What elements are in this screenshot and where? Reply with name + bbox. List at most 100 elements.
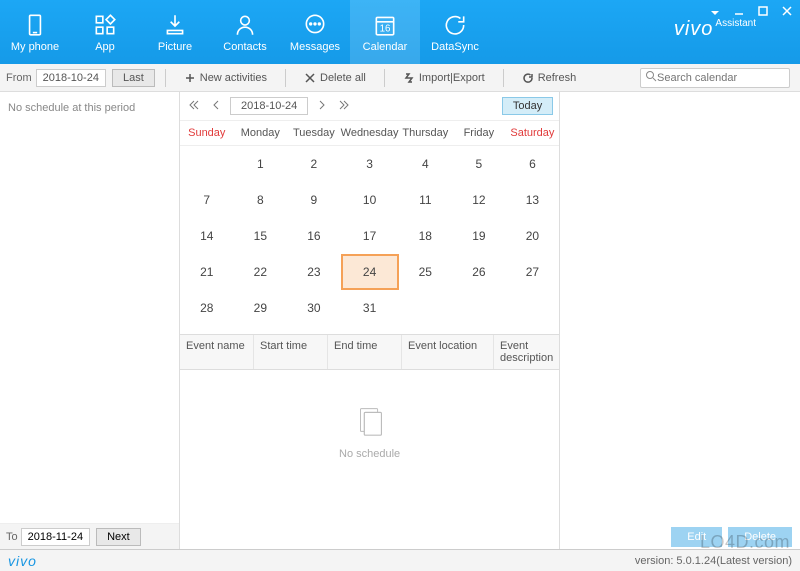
delete-all-button[interactable]: Delete all [296, 70, 374, 86]
calendar-day[interactable]: 13 [506, 182, 560, 218]
calendar-day[interactable]: 19 [452, 218, 506, 254]
day-header: Sunday [180, 121, 234, 146]
calendar-day[interactable]: 25 [399, 254, 453, 290]
calendar-day[interactable]: 8 [234, 182, 288, 218]
nav-messages[interactable]: Messages [280, 0, 350, 64]
calendar-day[interactable]: 18 [399, 218, 453, 254]
next-month-button[interactable] [314, 100, 330, 113]
import-export-button[interactable]: Import|Export [395, 70, 493, 86]
calendar-day[interactable]: 29 [234, 290, 288, 326]
calendar-day[interactable]: 2 [287, 146, 341, 182]
today-button[interactable]: Today [502, 97, 553, 115]
prev-month-button[interactable] [208, 100, 224, 113]
nav-myphone[interactable]: My phone [0, 0, 70, 64]
from-date-input[interactable]: 2018-10-24 [36, 69, 106, 87]
empty-schedule-icon [351, 401, 389, 442]
col-start-time: Start time [254, 335, 328, 369]
to-date-input[interactable]: 2018-11-24 [21, 528, 90, 546]
menu-icon[interactable] [708, 4, 722, 18]
calendar-day[interactable]: 10 [341, 182, 399, 218]
day-header: Saturday [506, 121, 560, 146]
close-icon[interactable] [780, 4, 794, 18]
sync-icon [441, 11, 469, 39]
event-table-header: Event name Start time End time Event loc… [180, 335, 559, 370]
button-label: Delete all [320, 72, 366, 84]
calendar-day[interactable]: 23 [287, 254, 341, 290]
main-area: No schedule at this period To 2018-11-24… [0, 92, 800, 549]
delete-button[interactable]: Delete [728, 527, 792, 547]
phone-icon [21, 11, 49, 39]
button-label: Import|Export [419, 72, 485, 84]
nav-label: My phone [11, 41, 59, 53]
calendar-day[interactable]: 24 [341, 254, 399, 290]
calendar-grid: SundayMondayTuesdayWednesdayThursdayFrid… [180, 120, 559, 326]
calendar-day[interactable]: 20 [506, 218, 560, 254]
day-header: Monday [234, 121, 288, 146]
refresh-button[interactable]: Refresh [514, 70, 585, 86]
nav-app[interactable]: App [70, 0, 140, 64]
nav-calendar[interactable]: 16 Calendar [350, 0, 420, 64]
toolbar: From 2018-10-24 Last New activities Dele… [0, 64, 800, 92]
event-empty-state: No schedule [180, 370, 559, 490]
calendar-day[interactable]: 11 [399, 182, 453, 218]
calendar-day[interactable]: 16 [287, 218, 341, 254]
next-year-button[interactable] [336, 100, 352, 113]
calendar-day[interactable]: 15 [234, 218, 288, 254]
day-header: Friday [452, 121, 506, 146]
maximize-icon[interactable] [756, 4, 770, 18]
col-event-description: Event description [494, 335, 559, 369]
calendar-day[interactable]: 26 [452, 254, 506, 290]
button-label: Refresh [538, 72, 577, 84]
last-button[interactable]: Last [112, 69, 155, 87]
calendar-day[interactable]: 27 [506, 254, 560, 290]
calendar-cell-empty [506, 290, 560, 326]
titlebar: My phone App Picture Contacts Messages 1… [0, 0, 800, 64]
calendar-day[interactable]: 9 [287, 182, 341, 218]
current-month-display[interactable]: 2018-10-24 [230, 97, 308, 115]
prev-year-button[interactable] [186, 100, 202, 113]
new-activities-button[interactable]: New activities [176, 70, 275, 86]
search-input[interactable] [657, 72, 777, 84]
nav-label: DataSync [431, 41, 479, 53]
calendar-day[interactable]: 31 [341, 290, 399, 326]
nav-label: App [95, 41, 115, 53]
calendar-day[interactable]: 12 [452, 182, 506, 218]
to-label: To [4, 531, 18, 543]
calendar-cell-empty [399, 290, 453, 326]
version-label: version: 5.0.1.24(Latest version) [635, 555, 792, 567]
calendar-day[interactable]: 21 [180, 254, 234, 290]
from-label: From [4, 72, 34, 84]
calendar-day[interactable]: 7 [180, 182, 234, 218]
next-button[interactable]: Next [96, 528, 141, 546]
calendar-cell-empty [180, 146, 234, 182]
calendar-day[interactable]: 5 [452, 146, 506, 182]
calendar-day[interactable]: 4 [399, 146, 453, 182]
calendar-day[interactable]: 14 [180, 218, 234, 254]
nav-picture[interactable]: Picture [140, 0, 210, 64]
calendar-day[interactable]: 1 [234, 146, 288, 182]
day-header: Thursday [399, 121, 453, 146]
calendar-day[interactable]: 22 [234, 254, 288, 290]
nav-label: Calendar [363, 41, 408, 53]
col-end-time: End time [328, 335, 402, 369]
calendar-day[interactable]: 6 [506, 146, 560, 182]
apps-icon [91, 11, 119, 39]
calendar-day[interactable]: 3 [341, 146, 399, 182]
calendar-day[interactable]: 17 [341, 218, 399, 254]
button-label: New activities [200, 72, 267, 84]
nav-label: Picture [158, 41, 192, 53]
nav-label: Contacts [223, 41, 266, 53]
calendar-cell-empty [452, 290, 506, 326]
nav-label: Messages [290, 41, 340, 53]
footer-logo: vivo [8, 553, 37, 569]
nav-contacts[interactable]: Contacts [210, 0, 280, 64]
calendar-day[interactable]: 28 [180, 290, 234, 326]
svg-text:16: 16 [380, 24, 391, 35]
edit-button[interactable]: Edit [671, 527, 722, 547]
nav-datasync[interactable]: DataSync [420, 0, 490, 64]
window-controls [708, 4, 794, 18]
calendar-day[interactable]: 30 [287, 290, 341, 326]
minimize-icon[interactable] [732, 4, 746, 18]
search-box[interactable] [640, 68, 790, 88]
empty-schedule-label: No schedule [339, 448, 400, 460]
